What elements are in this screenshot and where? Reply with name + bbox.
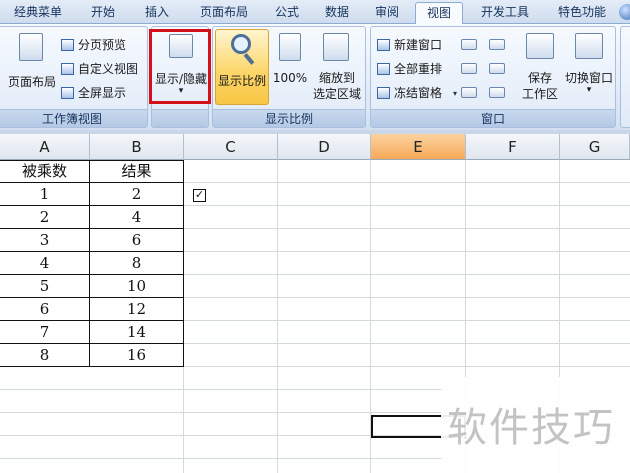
switch-windows-chevron-icon: ▾ (586, 85, 592, 95)
table-cell[interactable]: 6 (90, 229, 183, 252)
watermark-text: 软件技巧 (447, 405, 615, 451)
column-header-e[interactable]: E (371, 134, 466, 160)
table-cell[interactable]: 4 (90, 206, 183, 229)
tab-developer[interactable]: 开发工具 (472, 0, 538, 24)
tab-review[interactable]: 审阅 (366, 0, 408, 24)
zoom-to-selection-label-2: 选定区域 (312, 87, 361, 101)
custom-views-label: 自定义视图 (78, 62, 139, 76)
new-window-label: 新建窗口 (394, 38, 443, 52)
table-cell[interactable]: 8 (0, 344, 89, 367)
save-workspace-label-1: 保存 (527, 71, 552, 85)
freeze-panes-label: 冻结窗格 (394, 86, 443, 100)
tab-page-layout[interactable]: 页面布局 (188, 0, 260, 24)
full-screen-icon (61, 87, 74, 99)
excel-window: { "tabs": [ {"label": "经典菜单"}, {"label":… (0, 0, 630, 473)
watermark-overlay: 软件技巧 (441, 377, 630, 473)
tab-formulas[interactable]: 公式 (266, 0, 308, 24)
tab-special-features[interactable]: 特色功能 (549, 0, 615, 24)
zoom-100-button[interactable]: 100% (271, 31, 309, 97)
zoom-selection-icon (323, 33, 349, 61)
column-header-b[interactable]: B (90, 134, 184, 160)
table-header-multiplicand[interactable]: 被乘数 (0, 160, 89, 183)
freeze-panes-icon (377, 87, 390, 99)
zoom-to-selection-button[interactable]: 缩放到 选定区域 (309, 31, 365, 103)
group-caption-workbook-views: 工作簿视图 (0, 109, 147, 127)
custom-views-icon (61, 63, 74, 75)
tab-insert[interactable]: 插入 (134, 0, 180, 24)
group-caption-window: 窗口 (371, 109, 615, 127)
checkbox-icon[interactable]: ✓ (193, 189, 206, 202)
highlight-box (149, 29, 211, 104)
page-layout-label: 页面布局 (7, 75, 56, 89)
save-workspace-button[interactable]: 保存 工作区 (517, 31, 563, 103)
tab-data[interactable]: 数据 (316, 0, 358, 24)
group-caption-show-hide (152, 109, 208, 127)
switch-windows-icon (575, 33, 603, 59)
table-border (183, 160, 184, 367)
magnifier-handle-icon (243, 53, 255, 65)
group-window: 新建窗口 全部重排 冻结窗格 ▾ 保存 工作区 切换窗口 ▾ 窗口 (370, 26, 616, 128)
full-screen-label: 全屏显示 (78, 86, 127, 100)
zoom-to-selection-label-1: 缩放到 (318, 71, 355, 85)
group-overflow (620, 26, 630, 128)
tab-classic-menu[interactable]: 经典菜单 (2, 0, 74, 24)
table-header-result[interactable]: 结果 (90, 160, 183, 183)
table-cell[interactable]: 14 (90, 321, 183, 344)
tab-view[interactable]: 视图 (415, 2, 463, 25)
table-cell[interactable]: 1 (0, 183, 89, 206)
page-break-preview-label: 分页预览 (78, 38, 127, 52)
group-caption-zoom: 显示比例 (213, 109, 365, 127)
table-cell[interactable]: 2 (0, 206, 89, 229)
ribbon-tab-bar: 经典菜单 开始 插入 页面布局 公式 数据 审阅 视图 开发工具 特色功能 (0, 0, 630, 25)
help-orb-icon[interactable] (619, 4, 630, 20)
group-zoom: 显示比例 100% 缩放到 选定区域 显示比例 (212, 26, 366, 128)
column-header-c[interactable]: C (184, 134, 278, 160)
new-window-icon (377, 39, 390, 51)
table-cell[interactable]: 8 (90, 252, 183, 275)
reset-position-icon[interactable] (489, 87, 505, 98)
magnifier-icon (231, 34, 251, 54)
table-cell[interactable]: 2 (90, 183, 183, 206)
ribbon-panel: 页面布局 分页预览 自定义视图 全屏显示 工作簿视图 显示/隐藏 ▾ 显示比例 (0, 24, 630, 130)
side-by-side-icon[interactable] (489, 39, 505, 50)
table-cell[interactable]: 5 (0, 275, 89, 298)
arrange-all-icon (377, 63, 390, 75)
table-cell[interactable]: 4 (0, 252, 89, 275)
table-cell[interactable]: 6 (0, 298, 89, 321)
column-header-d[interactable]: D (278, 134, 371, 160)
group-workbook-views: 页面布局 分页预览 自定义视图 全屏显示 工作簿视图 (0, 26, 148, 128)
switch-windows-label: 切换窗口 (564, 71, 613, 85)
table-cell[interactable]: 16 (90, 344, 183, 367)
sync-scroll-icon[interactable] (489, 63, 505, 74)
save-workspace-label-2: 工作区 (521, 87, 558, 101)
column-header-a[interactable]: A (0, 134, 90, 160)
table-cell[interactable]: 10 (90, 275, 183, 298)
page-layout-button[interactable]: 页面布局 (7, 31, 57, 95)
grid-line (277, 160, 278, 473)
zoom-button[interactable]: 显示比例 (215, 29, 269, 105)
page-layout-icon (19, 33, 43, 61)
column-header-g[interactable]: G (560, 134, 630, 160)
hide-window-icon[interactable] (461, 39, 477, 50)
zoom-100-label: 100% (272, 71, 308, 85)
page-break-icon (61, 39, 74, 51)
table-cell[interactable]: 3 (0, 229, 89, 252)
tab-home[interactable]: 开始 (80, 0, 126, 24)
freeze-panes-chevron-icon: ▾ (453, 89, 458, 98)
switch-windows-button[interactable]: 切换窗口 ▾ (563, 31, 615, 103)
column-header-f[interactable]: F (466, 134, 560, 160)
page-100-icon (279, 33, 301, 61)
table-cell[interactable]: 7 (0, 321, 89, 344)
zoom-label: 显示比例 (217, 74, 266, 88)
arrange-all-label: 全部重排 (394, 62, 443, 76)
window-split-icon[interactable] (461, 87, 477, 98)
unhide-window-icon[interactable] (461, 63, 477, 74)
table-cell[interactable]: 12 (90, 298, 183, 321)
save-workspace-icon (526, 33, 554, 59)
